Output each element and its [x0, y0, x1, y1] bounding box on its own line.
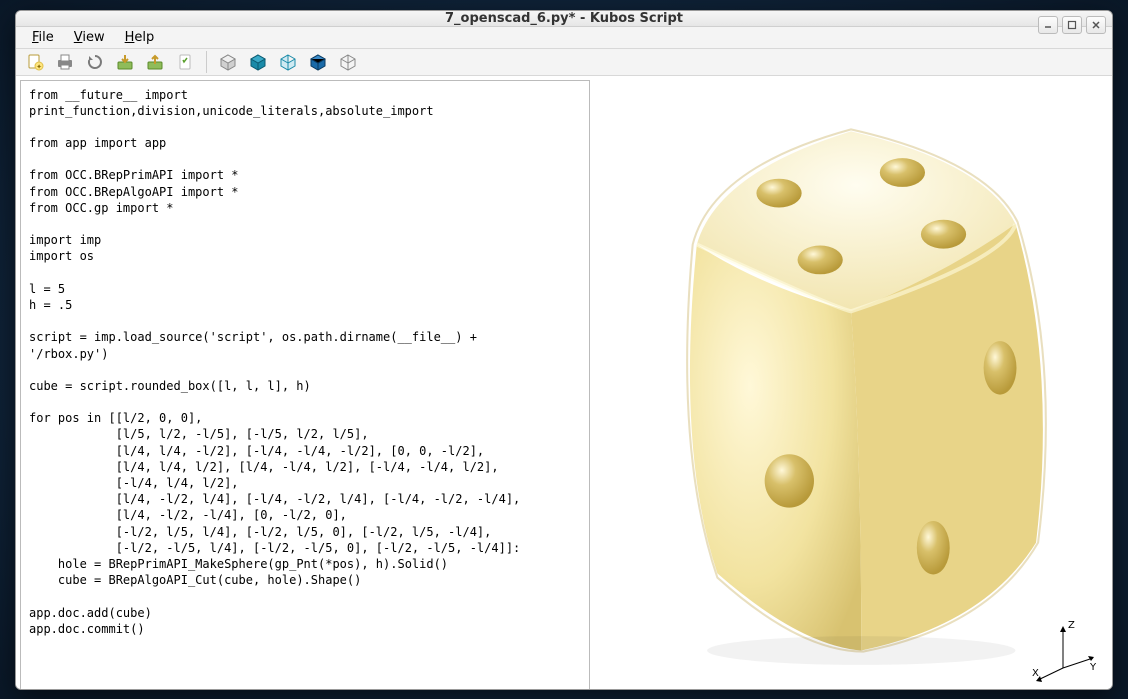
titlebar: 7_openscad_6.py* - Kubos Script [16, 11, 1112, 27]
3d-viewport[interactable]: Z Y X [594, 80, 1108, 690]
content-area: from __future__ import print_function,di… [16, 76, 1112, 690]
menu-help[interactable]: Help [117, 27, 163, 48]
axis-y-label: Y [1089, 662, 1097, 673]
axis-x-label: X [1032, 668, 1039, 679]
import-button[interactable] [112, 49, 138, 75]
minimize-button[interactable] [1038, 16, 1058, 34]
view-wire-light-button[interactable] [335, 49, 361, 75]
cube-wireframe-icon [278, 52, 298, 72]
view-shaded-button[interactable] [215, 49, 241, 75]
toolbar: ✦ [16, 49, 1112, 76]
page-icon [175, 52, 195, 72]
dice-render [594, 80, 1108, 690]
print-icon [55, 52, 75, 72]
window-controls [1038, 16, 1106, 34]
export-icon [145, 52, 165, 72]
svg-text:✦: ✦ [36, 63, 42, 71]
import-icon [115, 52, 135, 72]
cube-shaded-icon [218, 52, 238, 72]
print-button[interactable] [52, 49, 78, 75]
view-wire-button[interactable] [275, 49, 301, 75]
reload-icon [85, 52, 105, 72]
toolbar-separator [206, 51, 207, 73]
code-editor[interactable]: from __future__ import print_function,di… [20, 80, 590, 690]
menu-file[interactable]: File [24, 27, 62, 48]
cube-iso-icon [308, 52, 328, 72]
reload-button[interactable] [82, 49, 108, 75]
new-file-icon: ✦ [25, 52, 45, 72]
cube-solid-icon [248, 52, 268, 72]
export-button[interactable] [142, 49, 168, 75]
axis-z-label: Z [1068, 620, 1075, 631]
maximize-button[interactable] [1062, 16, 1082, 34]
cube-wire-light-icon [338, 52, 358, 72]
menu-view[interactable]: View [66, 27, 113, 48]
view-iso-button[interactable] [305, 49, 331, 75]
page-button[interactable] [172, 49, 198, 75]
view-solid-button[interactable] [245, 49, 271, 75]
window-title: 7_openscad_6.py* - Kubos Script [445, 11, 683, 26]
axis-triad: Z Y X [1028, 618, 1098, 688]
app-window: 7_openscad_6.py* - Kubos Script File Vie… [15, 10, 1113, 690]
menubar: File View Help [16, 27, 1112, 49]
new-file-button[interactable]: ✦ [22, 49, 48, 75]
close-button[interactable] [1086, 16, 1106, 34]
